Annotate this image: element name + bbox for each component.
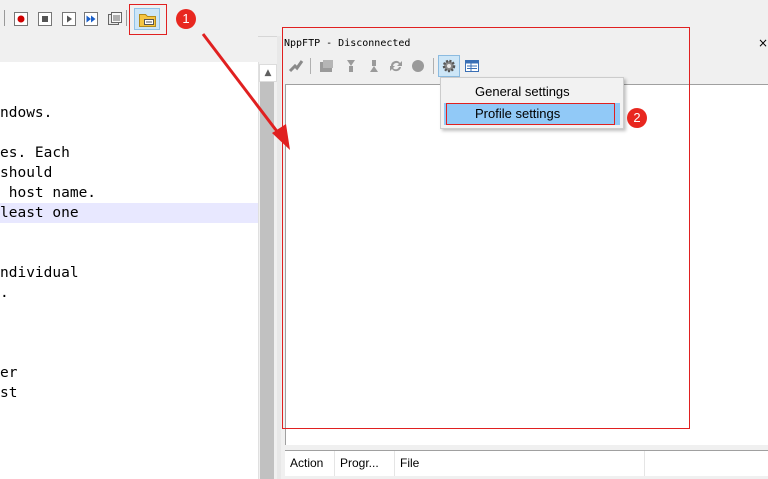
- annotation-arrow: [201, 33, 290, 150]
